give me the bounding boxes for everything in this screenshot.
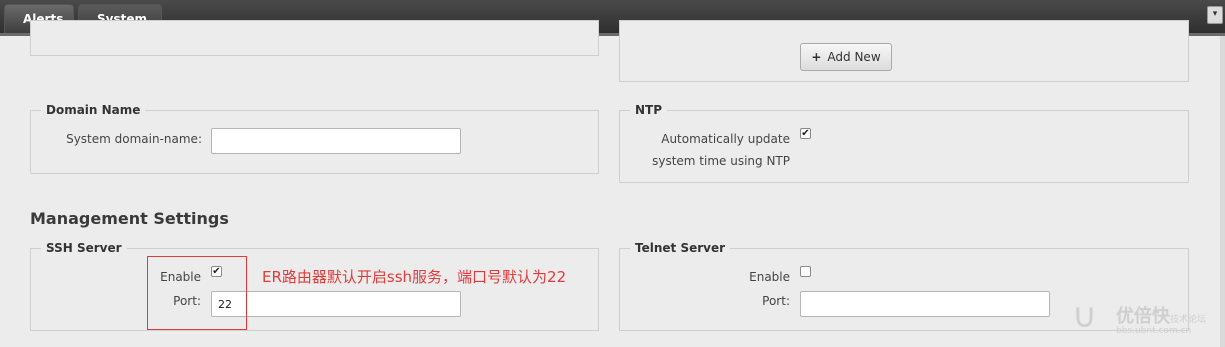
domain-name-legend: Domain Name xyxy=(46,103,141,117)
telnet-enable-checkbox[interactable] xyxy=(800,266,811,277)
ntp-legend: NTP xyxy=(635,103,663,117)
management-settings-title: Management Settings xyxy=(30,209,229,228)
add-new-label: Add New xyxy=(827,50,881,64)
u-logo-icon: ∪ xyxy=(1072,296,1097,336)
add-new-button[interactable]: + Add New xyxy=(800,43,892,71)
watermark: ∪ 优倍快技术论坛 bbs.ubnt.com.cn xyxy=(1070,296,1220,342)
upper-right-fieldset xyxy=(619,20,1189,82)
telnet-enable-label: Enable xyxy=(749,270,790,284)
ssh-port-input[interactable] xyxy=(211,291,461,317)
upper-left-fieldset xyxy=(30,20,599,56)
telnet-port-input[interactable] xyxy=(800,291,1050,317)
plus-icon: + xyxy=(811,50,822,64)
annotation-text: ER路由器默认开启ssh服务，端口号默认为22 xyxy=(262,268,567,286)
ssh-server-legend: SSH Server xyxy=(46,241,122,255)
ntp-checkbox[interactable]: ✔ xyxy=(800,128,811,139)
ntp-label-line1: Automatically update xyxy=(661,132,790,146)
ntp-label-line2: system time using NTP xyxy=(652,154,790,168)
scrollbar[interactable] xyxy=(1220,36,1225,347)
chevron-down-icon[interactable]: ▾ xyxy=(1207,6,1223,24)
domain-name-input[interactable] xyxy=(211,128,461,154)
watermark-brand: 优倍快技术论坛 xyxy=(1116,306,1207,327)
telnet-server-legend: Telnet Server xyxy=(635,241,726,255)
watermark-url: bbs.ubnt.com.cn xyxy=(1116,326,1192,336)
domain-name-label: System domain-name: xyxy=(66,132,202,146)
telnet-port-label: Port: xyxy=(762,294,790,308)
annotation-box xyxy=(147,256,247,330)
